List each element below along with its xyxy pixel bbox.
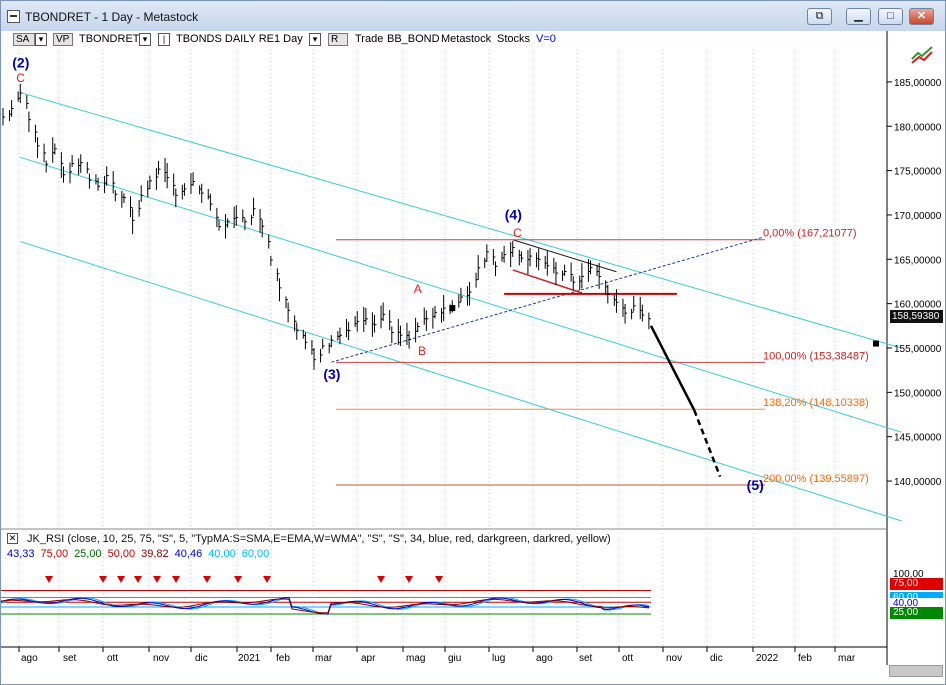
subwave-label: C	[16, 71, 25, 85]
subwave-label: B	[418, 344, 426, 358]
rsi-sell-arrow	[45, 576, 53, 583]
time-tick-label: apr	[361, 653, 376, 664]
indicator-value: 43,33	[7, 548, 35, 560]
price-tick-label: 170,00000	[894, 211, 942, 222]
indicator-values: 43,33 75,00 25,00 50,00 39,82 40,46 40,00 60,00	[7, 548, 275, 560]
wave-label: (3)	[323, 366, 340, 382]
time-tick-label: ott	[107, 653, 118, 664]
price-tick-label: 175,00000	[894, 167, 942, 178]
indicator-value: 40,46	[174, 548, 203, 560]
rsi-plot	[1, 576, 651, 615]
price-tick-label: 145,00000	[894, 433, 942, 444]
fib-label: 138,20% (148,10338)	[763, 397, 869, 409]
time-tick-label: dic	[710, 653, 723, 664]
rsi-sell-arrow	[203, 576, 211, 583]
wave-annotations: (2) (3) (4) (5) C A B C	[12, 55, 764, 493]
trend-channels[interactable]	[20, 92, 902, 522]
time-tick-label: nov	[666, 653, 682, 664]
fib-label: 200,00% (139,55897)	[763, 473, 869, 485]
wave-label: (2)	[12, 55, 29, 71]
time-tick-label: 2022	[756, 653, 779, 664]
time-tick-label: dic	[195, 653, 208, 664]
rsi-sell-arrow	[377, 576, 385, 583]
wave-label: (5)	[747, 477, 764, 493]
time-tick-label: set	[63, 653, 77, 664]
wave5-projection	[649, 325, 696, 411]
time-tick-label: 2021	[238, 653, 261, 664]
horizontal-scrollbar[interactable]	[889, 665, 943, 677]
rsi-sell-arrow	[263, 576, 271, 583]
rsi-scale-label: 25,00	[890, 607, 943, 619]
rsi-sell-arrow	[435, 576, 443, 583]
price-tick-label: 160,00000	[894, 300, 942, 311]
price-tick-label: 165,00000	[894, 255, 942, 266]
time-tick-label: ott	[622, 653, 633, 664]
indicator-value: 75,00	[40, 548, 69, 560]
time-tick-label: ago	[21, 653, 38, 664]
channel-line	[20, 92, 902, 349]
rsi-sell-arrow	[234, 576, 242, 583]
channel-end-marker	[873, 340, 879, 347]
time-tick-label: mar	[838, 653, 856, 664]
subwave-label: C	[513, 226, 522, 240]
time-tick-label: mag	[406, 653, 425, 664]
indicator-value: 40,00	[208, 548, 236, 560]
fib-label: 0,00% (167,21077)	[763, 228, 857, 240]
price-tick-label: 180,00000	[894, 122, 942, 133]
subwave-label: A	[414, 282, 422, 296]
price-axis: 185,00000 180,00000 175,00000 170,00000 165,…	[887, 78, 942, 488]
price-tick-label: 150,00000	[894, 388, 942, 399]
indicator-value: 60,00	[241, 548, 270, 560]
rsi-sell-arrow	[405, 576, 413, 583]
indicator-title: JK_RSI (close, 10, 25, 75, "S", 5, "TypM…	[27, 533, 611, 545]
rsi-line-darkred	[1, 598, 650, 614]
rsi-sell-arrow	[99, 576, 107, 583]
time-tick-label: nov	[153, 653, 169, 664]
indicator-value: 25,00	[74, 548, 102, 560]
rsi-sell-arrow	[117, 576, 125, 583]
indicator-value: 39,82	[141, 548, 169, 560]
time-tick-label: ago	[536, 653, 553, 664]
time-tick-label: lug	[492, 653, 505, 664]
wave5-projection-dashed	[693, 409, 722, 478]
rsi-sell-arrow	[172, 576, 180, 583]
fib-levels[interactable]: 0,00% (167,21077) 100,00% (153,38487) 138,…	[336, 228, 869, 486]
indicator-close-icon[interactable]: ✕	[7, 533, 18, 544]
chart-window: TBONDRET - 1 Day - Metastock ⧉ ▁ □ ✕ SA …	[0, 0, 946, 685]
time-tick-label: feb	[276, 653, 290, 664]
rsi-sell-arrow	[153, 576, 161, 583]
wave-label: (4)	[505, 206, 522, 222]
indicator-value: 50,00	[107, 548, 136, 560]
fib-label: 100,00% (153,38487)	[763, 350, 869, 362]
price-bars	[2, 83, 879, 478]
time-axis: ago set ott nov dic 2021 feb mar apr mag giu lug ago…	[18, 647, 856, 664]
time-tick-label: set	[579, 653, 593, 664]
price-tick-label: 155,00000	[894, 344, 942, 355]
last-price-label: 158,59380	[890, 310, 943, 323]
price-tick-label: 140,00000	[894, 477, 942, 488]
chart-area[interactable]: 0,00% (167,21077) 100,00% (153,38487) 138,…	[1, 1, 945, 684]
time-tick-label: mar	[315, 653, 333, 664]
price-tick-label: 185,00000	[894, 78, 942, 89]
time-tick-label: feb	[798, 653, 812, 664]
rsi-line-cyan	[1, 596, 650, 615]
rsi-scale-label: 75,00	[890, 578, 943, 590]
channel-anchor-marker	[449, 305, 456, 312]
time-tick-label: giu	[448, 653, 461, 664]
rsi-sell-arrow	[134, 576, 142, 583]
